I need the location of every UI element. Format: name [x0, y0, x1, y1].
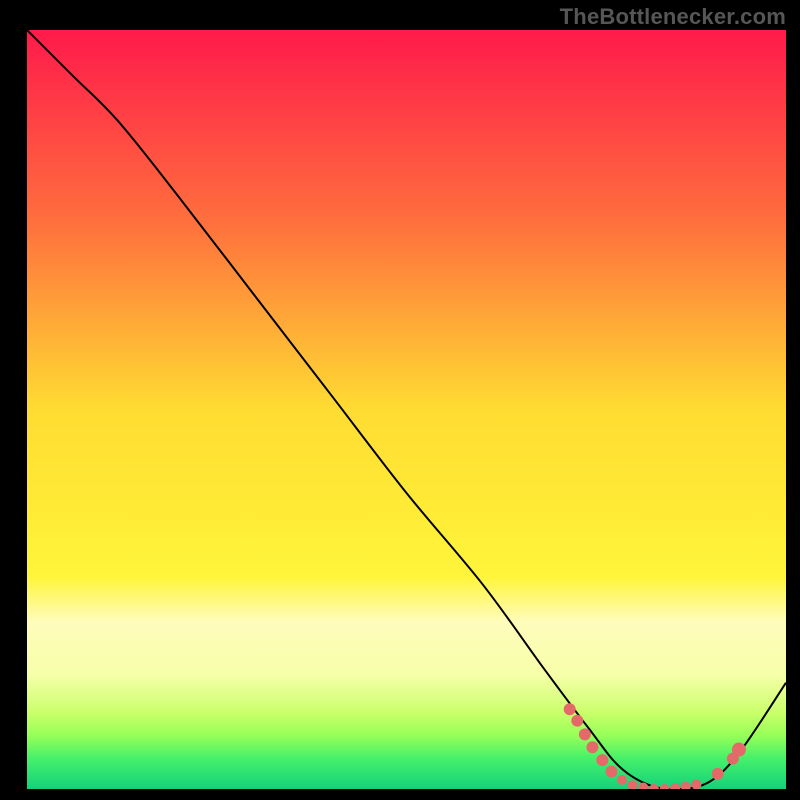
threshold-marker: [571, 715, 583, 727]
threshold-marker: [681, 782, 691, 792]
threshold-marker: [712, 768, 724, 780]
threshold-marker: [586, 741, 598, 753]
chart-svg: [0, 0, 800, 800]
threshold-marker: [638, 782, 648, 792]
chart-container: TheBottlenecker.com: [0, 0, 800, 800]
threshold-marker: [691, 779, 701, 789]
threshold-marker: [660, 784, 670, 794]
threshold-marker: [649, 784, 659, 794]
threshold-marker: [605, 766, 617, 778]
threshold-marker: [579, 728, 591, 740]
threshold-marker: [596, 754, 608, 766]
heatmap-background: [27, 30, 786, 789]
threshold-marker: [617, 775, 627, 785]
threshold-marker: [732, 743, 746, 757]
threshold-marker: [564, 703, 576, 715]
threshold-marker: [628, 780, 638, 790]
threshold-marker: [670, 783, 680, 793]
